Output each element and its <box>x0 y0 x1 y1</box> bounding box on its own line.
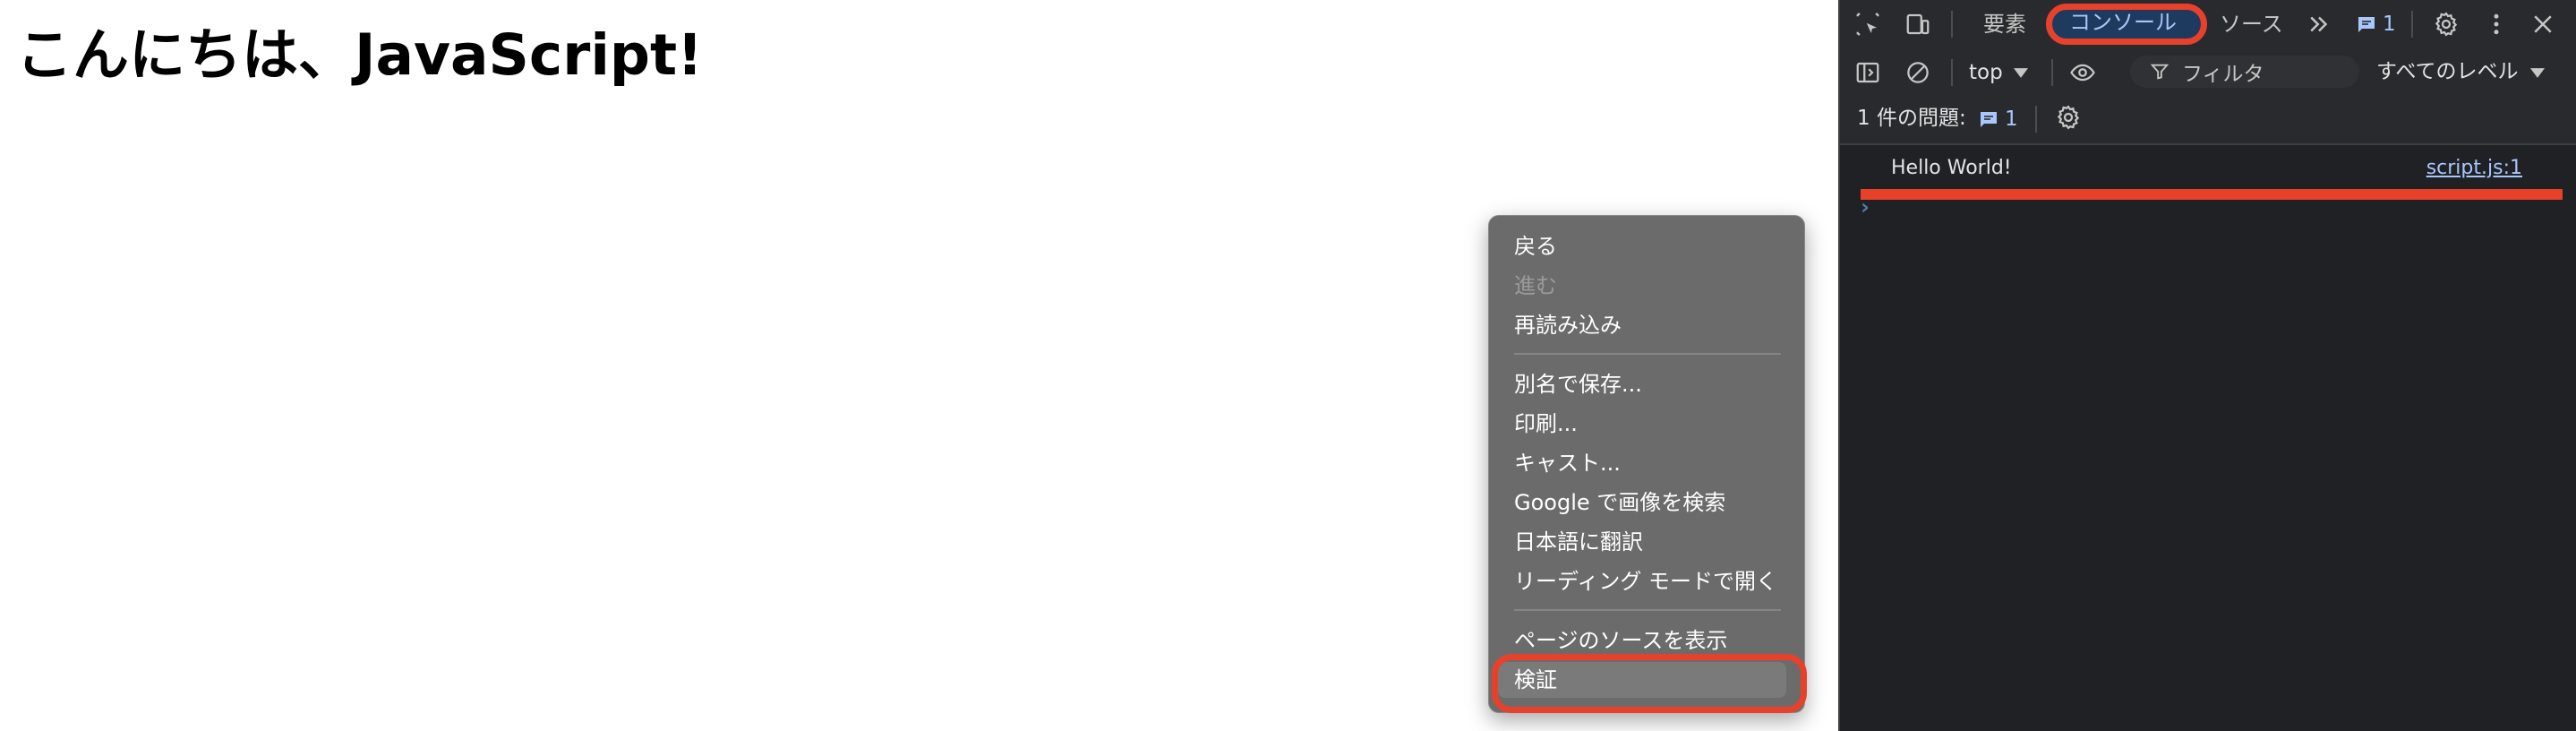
clear-console-icon[interactable] <box>1903 57 1933 88</box>
issues-badge-count: 1 <box>2383 13 2396 36</box>
context-select[interactable]: top <box>1969 57 2028 88</box>
menu-item-back[interactable]: 戻る <box>1514 228 1792 264</box>
menu-separator <box>1514 609 1781 611</box>
menu-item-reading-mode[interactable]: リーディング モードで開く <box>1514 563 1792 599</box>
gear-icon[interactable] <box>2053 102 2084 133</box>
log-levels-value: すべてのレベル <box>2376 60 2519 83</box>
issues-label: 1 件の問題: <box>1857 107 1966 130</box>
toolbar-divider <box>2411 11 2413 38</box>
toolbar-divider <box>1951 11 1953 38</box>
page-heading: こんにちは、JavaScript! <box>16 22 703 88</box>
tab-elements[interactable]: 要素 <box>1983 0 2026 48</box>
console-output <box>1840 145 2576 731</box>
menu-item-forward: 進む <box>1514 273 1557 298</box>
tab-sources[interactable]: ソース <box>2220 0 2283 48</box>
console-message: Hello World! <box>1891 157 2012 179</box>
menu-item-cast[interactable]: キャスト... <box>1514 445 1792 481</box>
device-toolbar-icon[interactable] <box>1903 9 1933 39</box>
eye-icon[interactable] <box>2067 57 2098 88</box>
console-message-source-link[interactable]: script.js:1 <box>2426 152 2522 185</box>
context-select-value: top <box>1969 61 2003 84</box>
filter-input[interactable]: フィルタ <box>2130 56 2359 88</box>
message-icon <box>2358 17 2375 32</box>
close-icon[interactable] <box>2528 9 2558 39</box>
message-icon <box>1981 112 1997 127</box>
gear-icon[interactable] <box>2431 9 2461 39</box>
tab-console[interactable]: コンソール <box>2069 0 2177 47</box>
menu-separator <box>1514 353 1781 355</box>
menu-item-print[interactable]: 印刷... <box>1514 406 1792 442</box>
toolbar-divider <box>2051 59 2053 86</box>
more-vertical-icon[interactable] <box>2481 9 2512 39</box>
filter-placeholder: フィルタ <box>2182 63 2264 86</box>
console-prompt[interactable]: › <box>1861 195 1870 219</box>
menu-item-save-as[interactable]: 別名で保存... <box>1514 366 1792 402</box>
filter-icon <box>2150 64 2169 80</box>
caret-down-icon <box>2013 67 2028 78</box>
issues-bar-badge[interactable]: 1 <box>1978 108 2018 131</box>
menu-item-translate-japanese[interactable]: 日本語に翻訳 <box>1514 524 1792 560</box>
log-levels-select[interactable]: すべてのレベル <box>2376 56 2545 88</box>
menu-item-inspect[interactable]: 検証 <box>1498 662 1786 698</box>
issues-badge[interactable]: 1 <box>2356 13 2396 36</box>
menu-item-view-source[interactable]: ページのソースを表示 <box>1514 623 1792 658</box>
sidebar-toggle-icon[interactable] <box>1853 57 1883 88</box>
chevron-double-right-icon[interactable] <box>2304 9 2334 39</box>
inspect-element-icon[interactable] <box>1853 9 1883 39</box>
toolbar-divider <box>1951 59 1953 86</box>
menu-item-search-image-google[interactable]: Google で画像を検索 <box>1514 485 1792 520</box>
caret-down-icon <box>2529 68 2545 78</box>
context-menu: 戻る 進む 再読み込み 別名で保存... 印刷... キャスト... Googl… <box>1488 215 1805 713</box>
toolbar-divider <box>2035 106 2037 133</box>
console-highlight-bar <box>1861 189 2563 200</box>
menu-item-reload[interactable]: 再読み込み <box>1514 307 1792 343</box>
issues-bar-count: 1 <box>2005 108 2018 131</box>
